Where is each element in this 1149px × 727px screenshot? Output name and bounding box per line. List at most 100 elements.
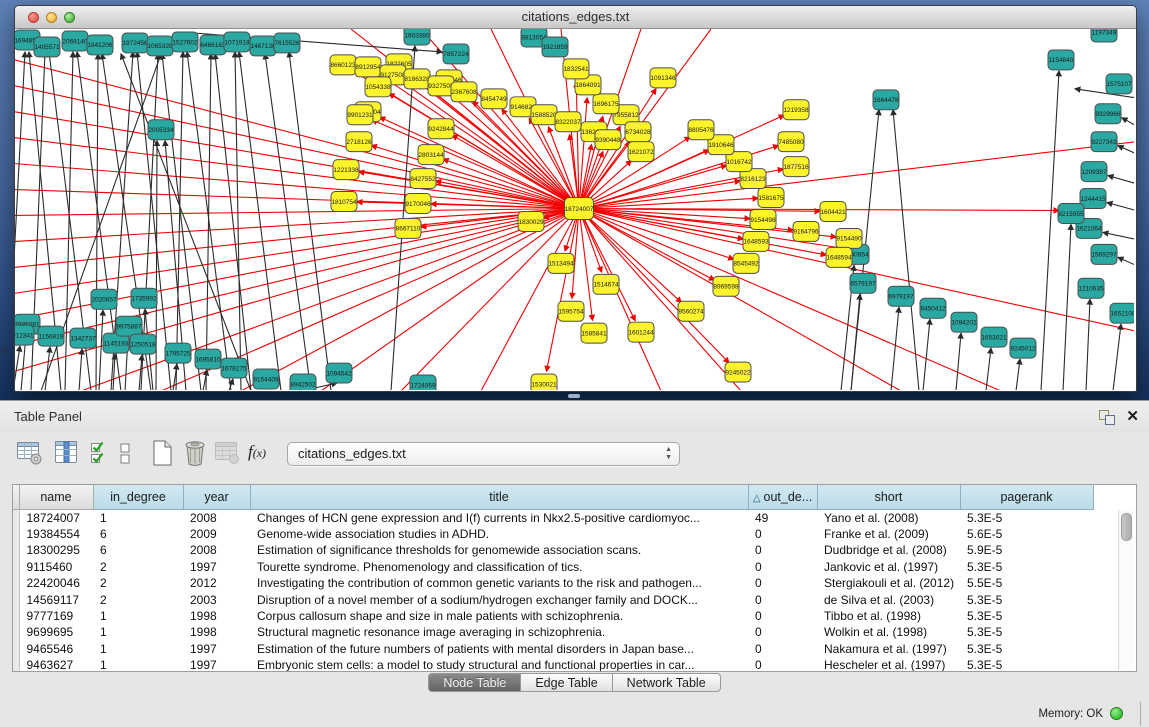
graph-node[interactable]: 8186328 xyxy=(404,69,430,89)
cell-pagerank[interactable]: 5.3E-5 xyxy=(960,657,1093,672)
graph-node[interactable]: 6466163 xyxy=(200,35,226,55)
cell-pagerank[interactable]: 5.3E-5 xyxy=(960,509,1093,526)
graph-node[interactable]: 1209387 xyxy=(1081,162,1107,182)
graph-node[interactable]: 1841206 xyxy=(87,35,113,55)
graph-node[interactable]: 1648593 xyxy=(743,231,769,251)
cell-out_degree[interactable]: 0 xyxy=(748,591,817,607)
graph-node[interactable]: 9329966 xyxy=(1095,104,1121,124)
cell-in_degree[interactable]: 6 xyxy=(93,542,183,558)
graph-node[interactable]: 1678275 xyxy=(221,358,247,378)
graph-node[interactable]: 2020657 xyxy=(91,289,117,309)
cell-name[interactable]: 9465546 xyxy=(19,641,93,657)
cell-name[interactable]: 18724007 xyxy=(19,509,93,526)
graph-node[interactable]: 6734028 xyxy=(625,122,651,142)
graph-node[interactable]: 1601244 xyxy=(628,322,654,342)
column-header-name[interactable]: name xyxy=(19,485,93,509)
graph-node[interactable]: 9901231 xyxy=(347,105,373,125)
graph-edge[interactable] xyxy=(1108,176,1134,184)
column-header-out_degree[interactable]: △out_de... xyxy=(748,485,817,509)
cell-title[interactable]: Estimation of the future numbers of pati… xyxy=(250,641,748,657)
graph-node[interactable]: 1653021 xyxy=(981,327,1007,347)
graph-node[interactable]: 1054338 xyxy=(365,77,391,97)
cell-title[interactable]: Embryonic stem cells: a model to study s… xyxy=(250,657,748,672)
graph-node[interactable]: 1094202 xyxy=(951,312,977,332)
cell-short[interactable]: de Silva et al. (2003) xyxy=(817,591,960,607)
graph-node[interactable]: 9170046 xyxy=(405,194,431,214)
table-row[interactable]: 977716911998Corpus callosum shape and si… xyxy=(13,608,1093,624)
graph-edge[interactable] xyxy=(1113,324,1121,390)
graph-edge[interactable] xyxy=(579,142,1134,209)
graph-node[interactable]: 1405571 xyxy=(34,37,60,57)
cell-year[interactable]: 2003 xyxy=(183,591,250,607)
table-mode-button[interactable] xyxy=(16,439,43,469)
delete-table-button[interactable] xyxy=(214,439,241,469)
graph-node[interactable]: 1154840 xyxy=(1048,50,1074,70)
graph-node[interactable]: 1091346 xyxy=(650,68,676,88)
graph-node[interactable]: 2803144 xyxy=(418,145,444,165)
network-canvas[interactable]: 1694853140557120691401841206197245610653… xyxy=(15,29,1134,390)
graph-edge[interactable] xyxy=(579,29,711,209)
cell-year[interactable]: 1998 xyxy=(183,624,250,640)
cell-year[interactable]: 2008 xyxy=(183,509,250,526)
cell-title[interactable]: Corpus callosum shape and size in male p… xyxy=(250,608,748,624)
graph-node[interactable]: 1832541 xyxy=(563,59,589,79)
column-header-short[interactable]: short xyxy=(817,485,960,509)
graph-edge[interactable] xyxy=(1107,203,1134,211)
graph-node[interactable]: 3912341 xyxy=(15,325,34,345)
graph-edge[interactable] xyxy=(579,209,635,321)
graph-node[interactable]: 1588520 xyxy=(531,105,557,125)
cell-year[interactable]: 2012 xyxy=(183,575,250,591)
table-vertical-scrollbar[interactable] xyxy=(1118,510,1133,670)
cell-title[interactable]: Structural magnetic resonance image aver… xyxy=(250,624,748,640)
cell-pagerank[interactable]: 5.3E-5 xyxy=(960,591,1093,607)
graph-node[interactable]: 1575107 xyxy=(1106,74,1132,94)
cell-out_degree[interactable]: 0 xyxy=(748,575,817,591)
graph-node[interactable]: 9164796 xyxy=(793,221,819,241)
cell-pagerank[interactable]: 5.3E-5 xyxy=(960,624,1093,640)
table-row[interactable]: 1872400712008Changes of HCN gene express… xyxy=(13,509,1093,526)
graph-node[interactable]: 2367608 xyxy=(451,82,477,102)
cell-pagerank[interactable]: 5.3E-5 xyxy=(960,608,1093,624)
show-columns-button[interactable] xyxy=(53,439,80,469)
unselect-columns-button[interactable] xyxy=(119,439,131,469)
network-selector[interactable]: citations_edges.txt ▲▼ xyxy=(287,442,680,466)
graph-edge[interactable] xyxy=(206,54,211,390)
cell-name[interactable]: 18300295 xyxy=(19,542,93,558)
graph-node[interactable]: 1065328 xyxy=(147,36,173,56)
graph-node[interactable]: 18724007 xyxy=(565,198,594,220)
graph-edge[interactable] xyxy=(891,307,899,390)
graph-node[interactable]: 1696175 xyxy=(593,94,619,114)
graph-node[interactable]: 8942502 xyxy=(290,374,316,390)
graph-node[interactable]: 8667110 xyxy=(395,218,421,238)
column-header-pagerank[interactable]: pagerank xyxy=(960,485,1093,509)
delete-columns-button[interactable] xyxy=(183,439,207,470)
graph-node[interactable]: 7615526 xyxy=(274,33,300,53)
tab-node-table[interactable]: Node Table xyxy=(428,673,521,692)
graph-edge[interactable] xyxy=(1118,146,1134,154)
graph-edge[interactable] xyxy=(1122,118,1134,126)
graph-edge[interactable] xyxy=(99,310,103,390)
graph-edge[interactable] xyxy=(1086,299,1090,390)
cell-year[interactable]: 1997 xyxy=(183,559,250,575)
graph-node[interactable]: 8322037 xyxy=(555,112,581,132)
cell-name[interactable]: 14569117 xyxy=(19,591,93,607)
graph-node[interactable]: 1530021 xyxy=(531,374,557,390)
graph-node[interactable]: 8215955 xyxy=(1058,204,1084,224)
graph-node[interactable]: 2005334 xyxy=(148,120,174,140)
cell-title[interactable]: Changes of HCN gene expression and I(f) … xyxy=(250,509,748,526)
cell-in_degree[interactable]: 2 xyxy=(93,575,183,591)
cell-name[interactable]: 22420046 xyxy=(19,575,93,591)
cell-name[interactable]: 9115460 xyxy=(19,559,93,575)
cell-year[interactable]: 1998 xyxy=(183,608,250,624)
column-header-in_degree[interactable]: in_degree xyxy=(93,485,183,509)
graph-edge[interactable] xyxy=(572,209,579,299)
graph-node[interactable]: 9245012 xyxy=(1010,338,1036,358)
graph-node[interactable]: 1094542 xyxy=(326,363,352,383)
graph-node[interactable]: 1071918 xyxy=(224,32,250,52)
graph-edge[interactable] xyxy=(1041,71,1059,390)
cell-pagerank[interactable]: 5.5E-5 xyxy=(960,575,1093,591)
close-panel-icon[interactable]: ✕ xyxy=(1126,407,1139,425)
graph-node[interactable]: 1621072 xyxy=(628,142,654,162)
graph-node[interactable]: 2718126 xyxy=(346,132,372,152)
float-panel-icon[interactable] xyxy=(1099,410,1115,425)
